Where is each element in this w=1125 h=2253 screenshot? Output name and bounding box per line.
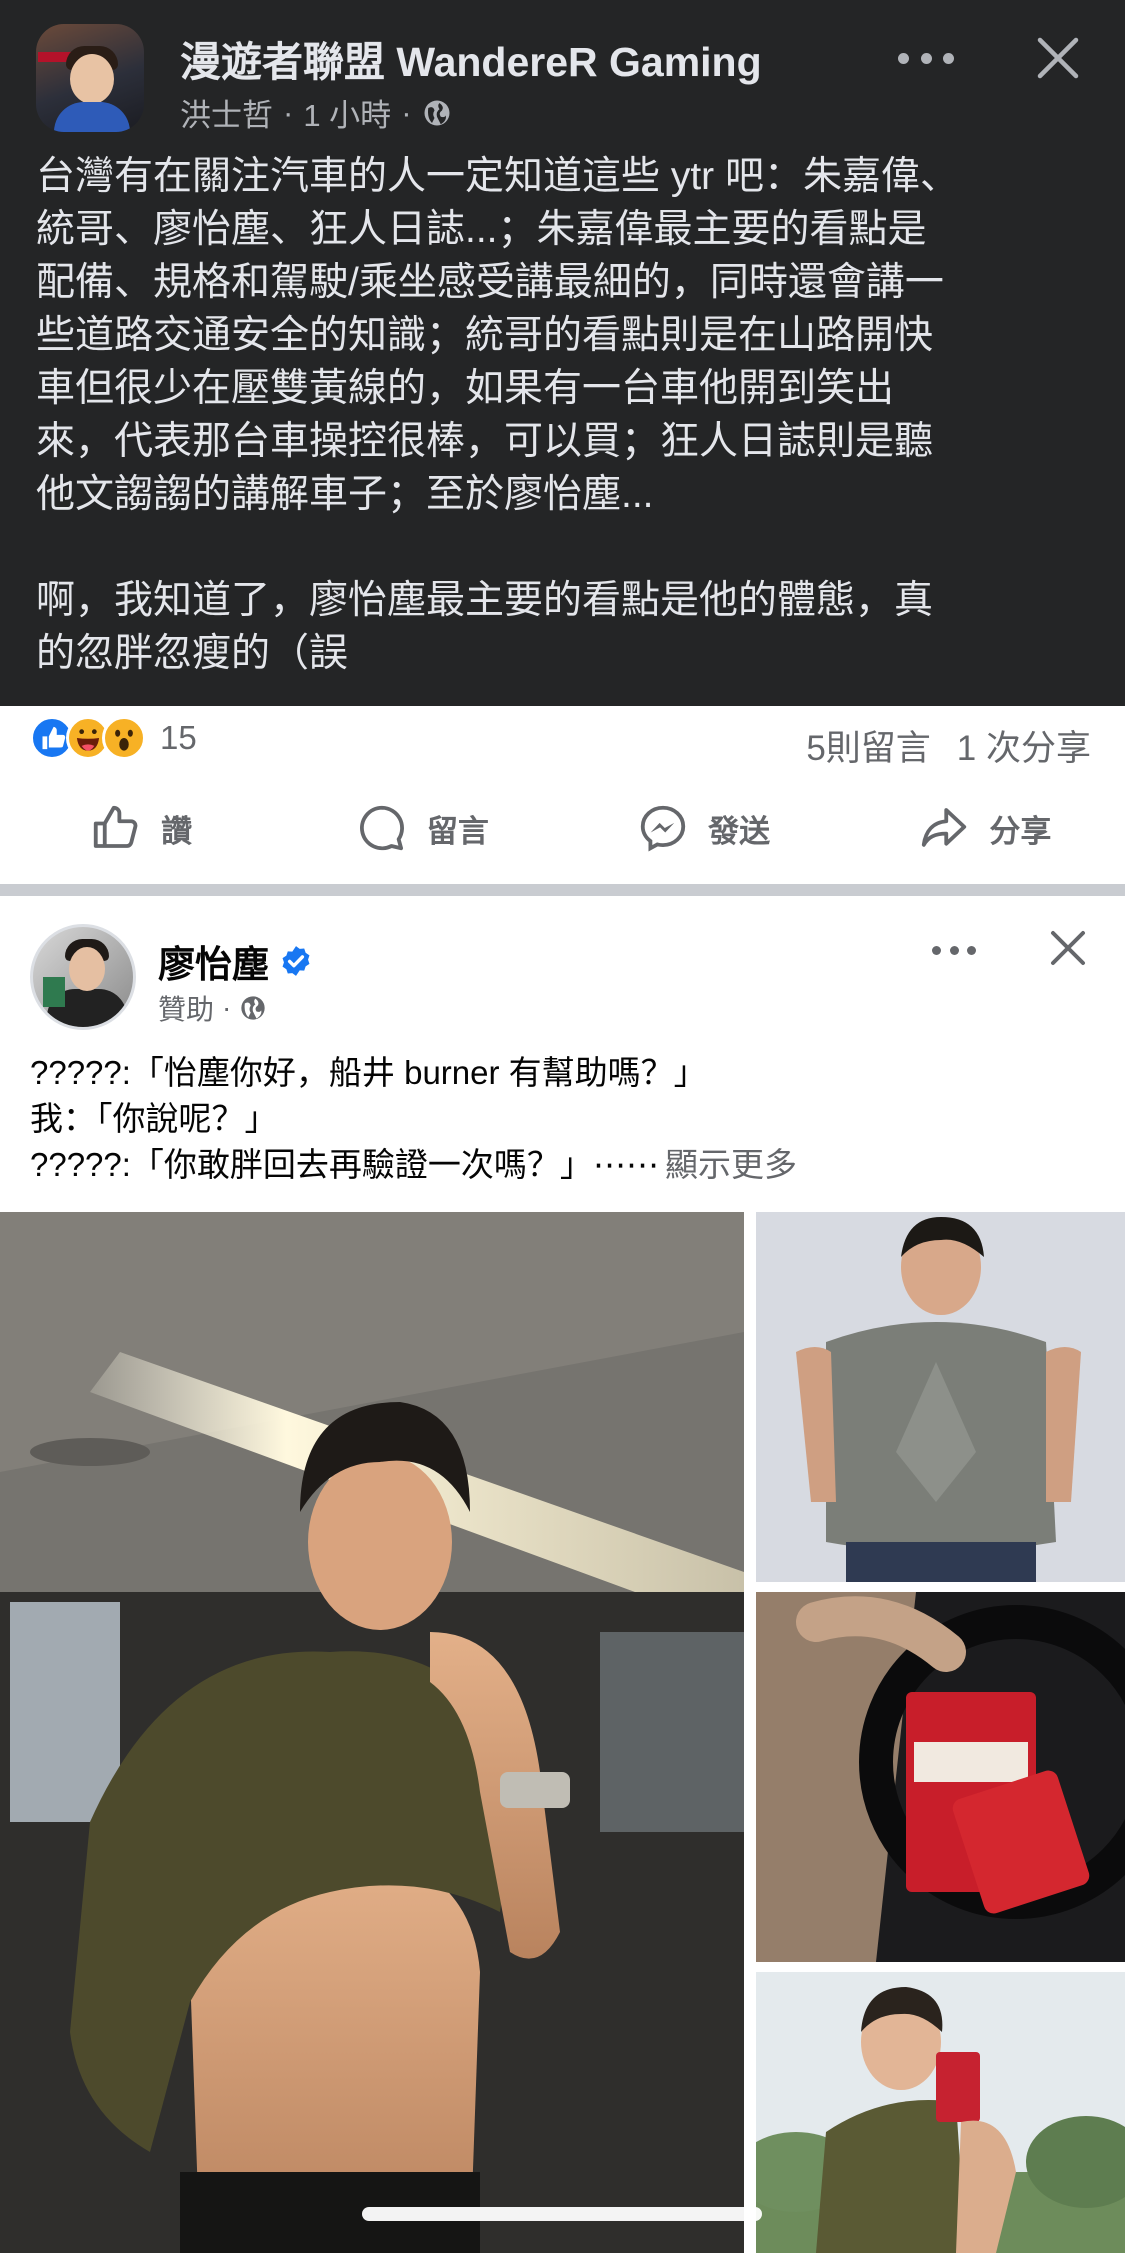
messenger-icon (640, 805, 686, 852)
post-line: 他文謅謅的講解車子；至於廖怡塵... (36, 473, 654, 516)
author-name[interactable]: 洪士哲 (180, 90, 273, 135)
post-line: 統哥、廖怡塵、狂人日誌...；朱嘉偉最主要的看點是 (36, 208, 927, 251)
advertiser-name-text[interactable]: 廖怡塵 (158, 934, 269, 988)
send-label: 發送 (708, 813, 771, 849)
ad-photo-grid (0, 1212, 1125, 2253)
comment-count-link[interactable]: 5則留言 (806, 720, 930, 771)
ad-line: ?????:「怡塵你好，船井 burner 有幫助嗎？」 (30, 1054, 707, 1091)
ad-body: ?????:「怡塵你好，船井 burner 有幫助嗎？」 我：「你說呢？」 ??… (30, 1050, 1100, 1188)
man-holding-product-photo (756, 1972, 1125, 2253)
wow-reaction-icon (102, 716, 146, 760)
thumbs-up-icon (93, 805, 138, 848)
post-stats: 5則留言 1 次分享 (806, 720, 1091, 771)
post-line: 的忽胖忽瘦的（誤 (36, 632, 349, 675)
share-button[interactable]: 分享 (844, 772, 1125, 884)
ad-line: ?????:「你敢胖回去再驗證一次嗎？」⋯⋯ 顯示更多 (30, 1142, 1100, 1188)
post-line: 來，代表那台車操控很棒，可以買；狂人日誌則是聽 (36, 420, 934, 463)
more-options-icon[interactable] (932, 942, 976, 958)
post-line: 台灣有在關注汽車的人一定知道這些 ytr 吧：朱嘉偉、 (36, 155, 959, 198)
post-line: 配備、規格和駕駛/乘坐感受講最細的，同時還會講一 (36, 261, 944, 304)
after-photo[interactable] (756, 1972, 1125, 2253)
ad-line: 我：「你說呢？」 (30, 1100, 278, 1137)
more-options-icon[interactable] (898, 38, 954, 78)
advertiser-name[interactable]: 廖怡塵 (158, 934, 313, 988)
main-photo[interactable] (0, 1212, 744, 2253)
post-line (36, 521, 1096, 574)
reactions-summary[interactable]: 15 (30, 716, 197, 760)
globe-icon (241, 996, 266, 1020)
meta-separator: · (283, 94, 294, 130)
home-indicator[interactable] (362, 2207, 762, 2221)
comment-button[interactable]: 留言 (281, 772, 562, 884)
globe-icon (424, 100, 450, 125)
share-label: 分享 (989, 813, 1052, 849)
page-avatar[interactable] (36, 24, 144, 132)
close-icon[interactable] (1034, 34, 1082, 82)
engagement-bar: 15 5則留言 1 次分享 (0, 706, 1125, 772)
send-button[interactable]: 發送 (563, 772, 844, 884)
post-meta: 洪士哲 · 1 小時 · (180, 90, 452, 135)
post-actions: 讚 留言 發送 分享 (0, 772, 1125, 884)
meta-separator: · (401, 94, 412, 130)
reaction-count: 15 (160, 719, 197, 756)
shared-post: 漫遊者聯盟 WandereR Gaming 洪士哲 · 1 小時 · 台灣有在關… (0, 0, 1125, 706)
like-label: 讚 (161, 813, 193, 849)
man-lifting-shirt-photo (0, 1212, 744, 2253)
meta-separator: · (222, 992, 232, 1023)
page-name[interactable]: 漫遊者聯盟 WandereR Gaming (180, 28, 762, 88)
before-photo[interactable] (756, 1212, 1125, 1582)
post-line: 些道路交通安全的知識；統哥的看點則是在山路開快 (36, 314, 934, 357)
close-icon[interactable] (1048, 928, 1088, 968)
product-car-photo[interactable] (756, 1592, 1125, 1962)
supplement-box-in-car-photo (756, 1592, 1125, 1962)
ad-line-text: ?????:「你敢胖回去再驗證一次嗎？」⋯⋯ (30, 1146, 659, 1183)
share-count-link[interactable]: 1 次分享 (957, 720, 1091, 771)
sponsored-label[interactable]: 贊助 (158, 988, 214, 1028)
man-standing-photo (756, 1212, 1125, 1582)
post-time[interactable]: 1 小時 (303, 90, 391, 135)
verified-badge-icon (282, 946, 310, 976)
see-more-link[interactable]: 顯示更多 (665, 1146, 797, 1183)
comment-bubble-icon (359, 805, 404, 851)
post-divider (0, 884, 1125, 896)
post-line: 車但很少在壓雙黃線的，如果有一台車他開到笑出 (36, 367, 895, 410)
comment-label: 留言 (426, 813, 489, 849)
post-line: 啊，我知道了，廖怡塵最主要的看點是他的體態，真 (36, 579, 934, 622)
post-body: 台灣有在關注汽車的人一定知道這些 ytr 吧：朱嘉偉、 統哥、廖怡塵、狂人日誌.… (36, 150, 1096, 680)
advertiser-avatar[interactable] (30, 924, 136, 1030)
share-arrow-icon (922, 808, 967, 847)
ad-meta: 贊助 · (158, 988, 267, 1028)
like-button[interactable]: 讚 (0, 772, 281, 884)
